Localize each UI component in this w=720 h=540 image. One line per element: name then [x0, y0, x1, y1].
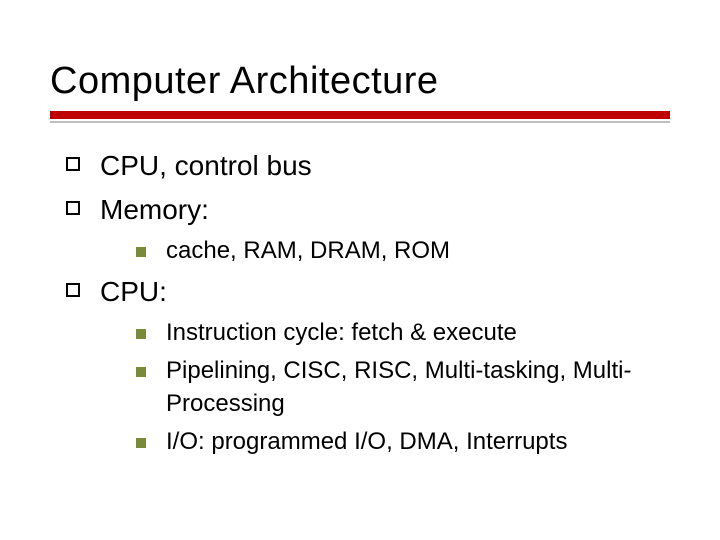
rule-gray	[50, 121, 670, 123]
list-item: Pipelining, CISC, RISC, Multi-tasking, M…	[130, 355, 670, 420]
bullet-text: CPU, control bus	[100, 150, 312, 181]
rule-red	[50, 111, 670, 119]
list-item: I/O: programmed I/O, DMA, Interrupts	[130, 426, 670, 458]
list-item: CPU: Instruction cycle: fetch & execute …	[60, 273, 670, 458]
bullet-text: I/O: programmed I/O, DMA, Interrupts	[166, 428, 567, 455]
list-item: Memory: cache, RAM, DRAM, ROM	[60, 191, 670, 267]
title-rule	[50, 111, 670, 123]
list-item: cache, RAM, DRAM, ROM	[130, 235, 670, 267]
slide: Computer Architecture CPU, control bus M…	[0, 0, 720, 540]
list-item: CPU, control bus	[60, 147, 670, 185]
list-item: Instruction cycle: fetch & execute	[130, 317, 670, 349]
sub-bullet-list: Instruction cycle: fetch & execute Pipel…	[100, 317, 670, 459]
bullet-text: Memory:	[100, 194, 209, 225]
bullet-text: CPU:	[100, 276, 167, 307]
bullet-text: Pipelining, CISC, RISC, Multi-tasking, M…	[166, 357, 631, 416]
bullet-text: Instruction cycle: fetch & execute	[166, 319, 517, 346]
bullet-list: CPU, control bus Memory: cache, RAM, DRA…	[50, 147, 670, 458]
sub-bullet-list: cache, RAM, DRAM, ROM	[100, 235, 670, 267]
bullet-text: cache, RAM, DRAM, ROM	[166, 237, 450, 264]
slide-title: Computer Architecture	[50, 60, 670, 103]
